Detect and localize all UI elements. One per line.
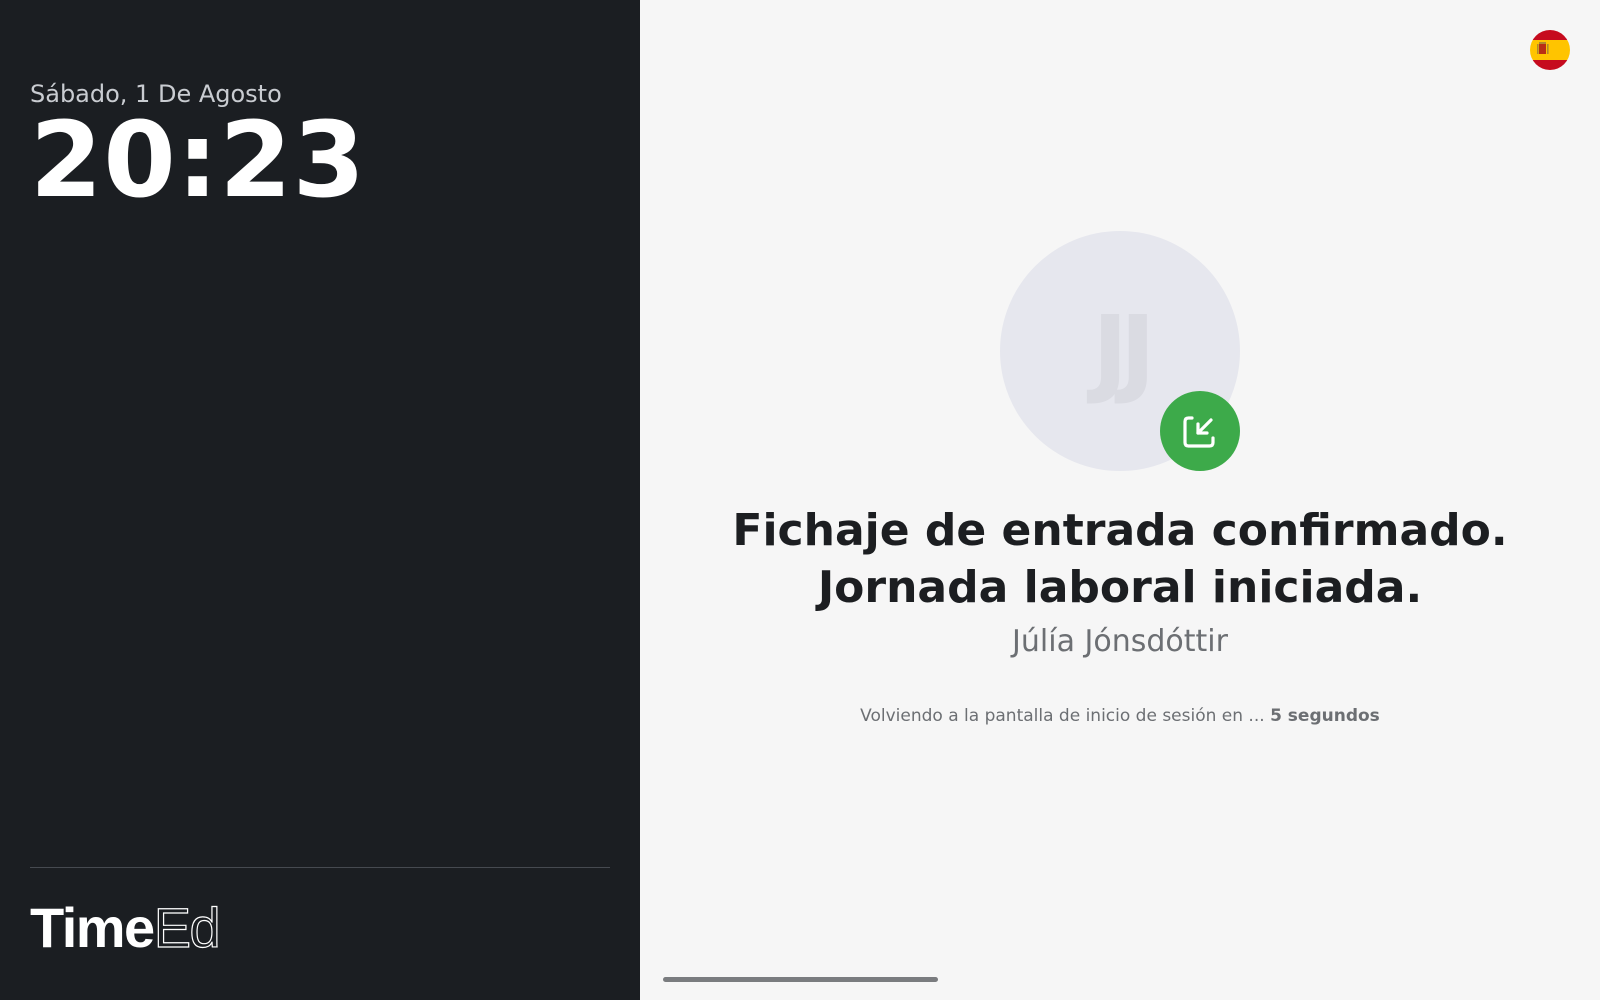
spain-flag-icon[interactable] <box>1530 30 1570 70</box>
confirmation-message: Fichaje de entrada confirmado. Jornada l… <box>732 505 1508 613</box>
clock-panel: Sábado, 1 De Agosto 20:23 TimeEd <box>0 0 640 1000</box>
confirmation-panel: JJ Fichaje de entrada confirmado. Jornad… <box>640 0 1600 1000</box>
redirect-text: Volviendo a la pantalla de inicio de ses… <box>860 706 1265 726</box>
logo-light-text: Ed <box>153 896 221 959</box>
countdown-value: 5 segundos <box>1270 706 1380 726</box>
divider <box>30 867 610 868</box>
redirect-countdown: Volviendo a la pantalla de inicio de ses… <box>640 706 1600 726</box>
logo-bold-text: Time <box>30 896 155 959</box>
home-indicator[interactable] <box>663 977 938 982</box>
timeed-logo: TimeEd <box>30 899 221 956</box>
clock-in-arrow-icon <box>1160 391 1240 471</box>
user-name: Júlía Jónsdóttir <box>1012 624 1228 659</box>
current-time: 20:23 <box>30 99 367 221</box>
